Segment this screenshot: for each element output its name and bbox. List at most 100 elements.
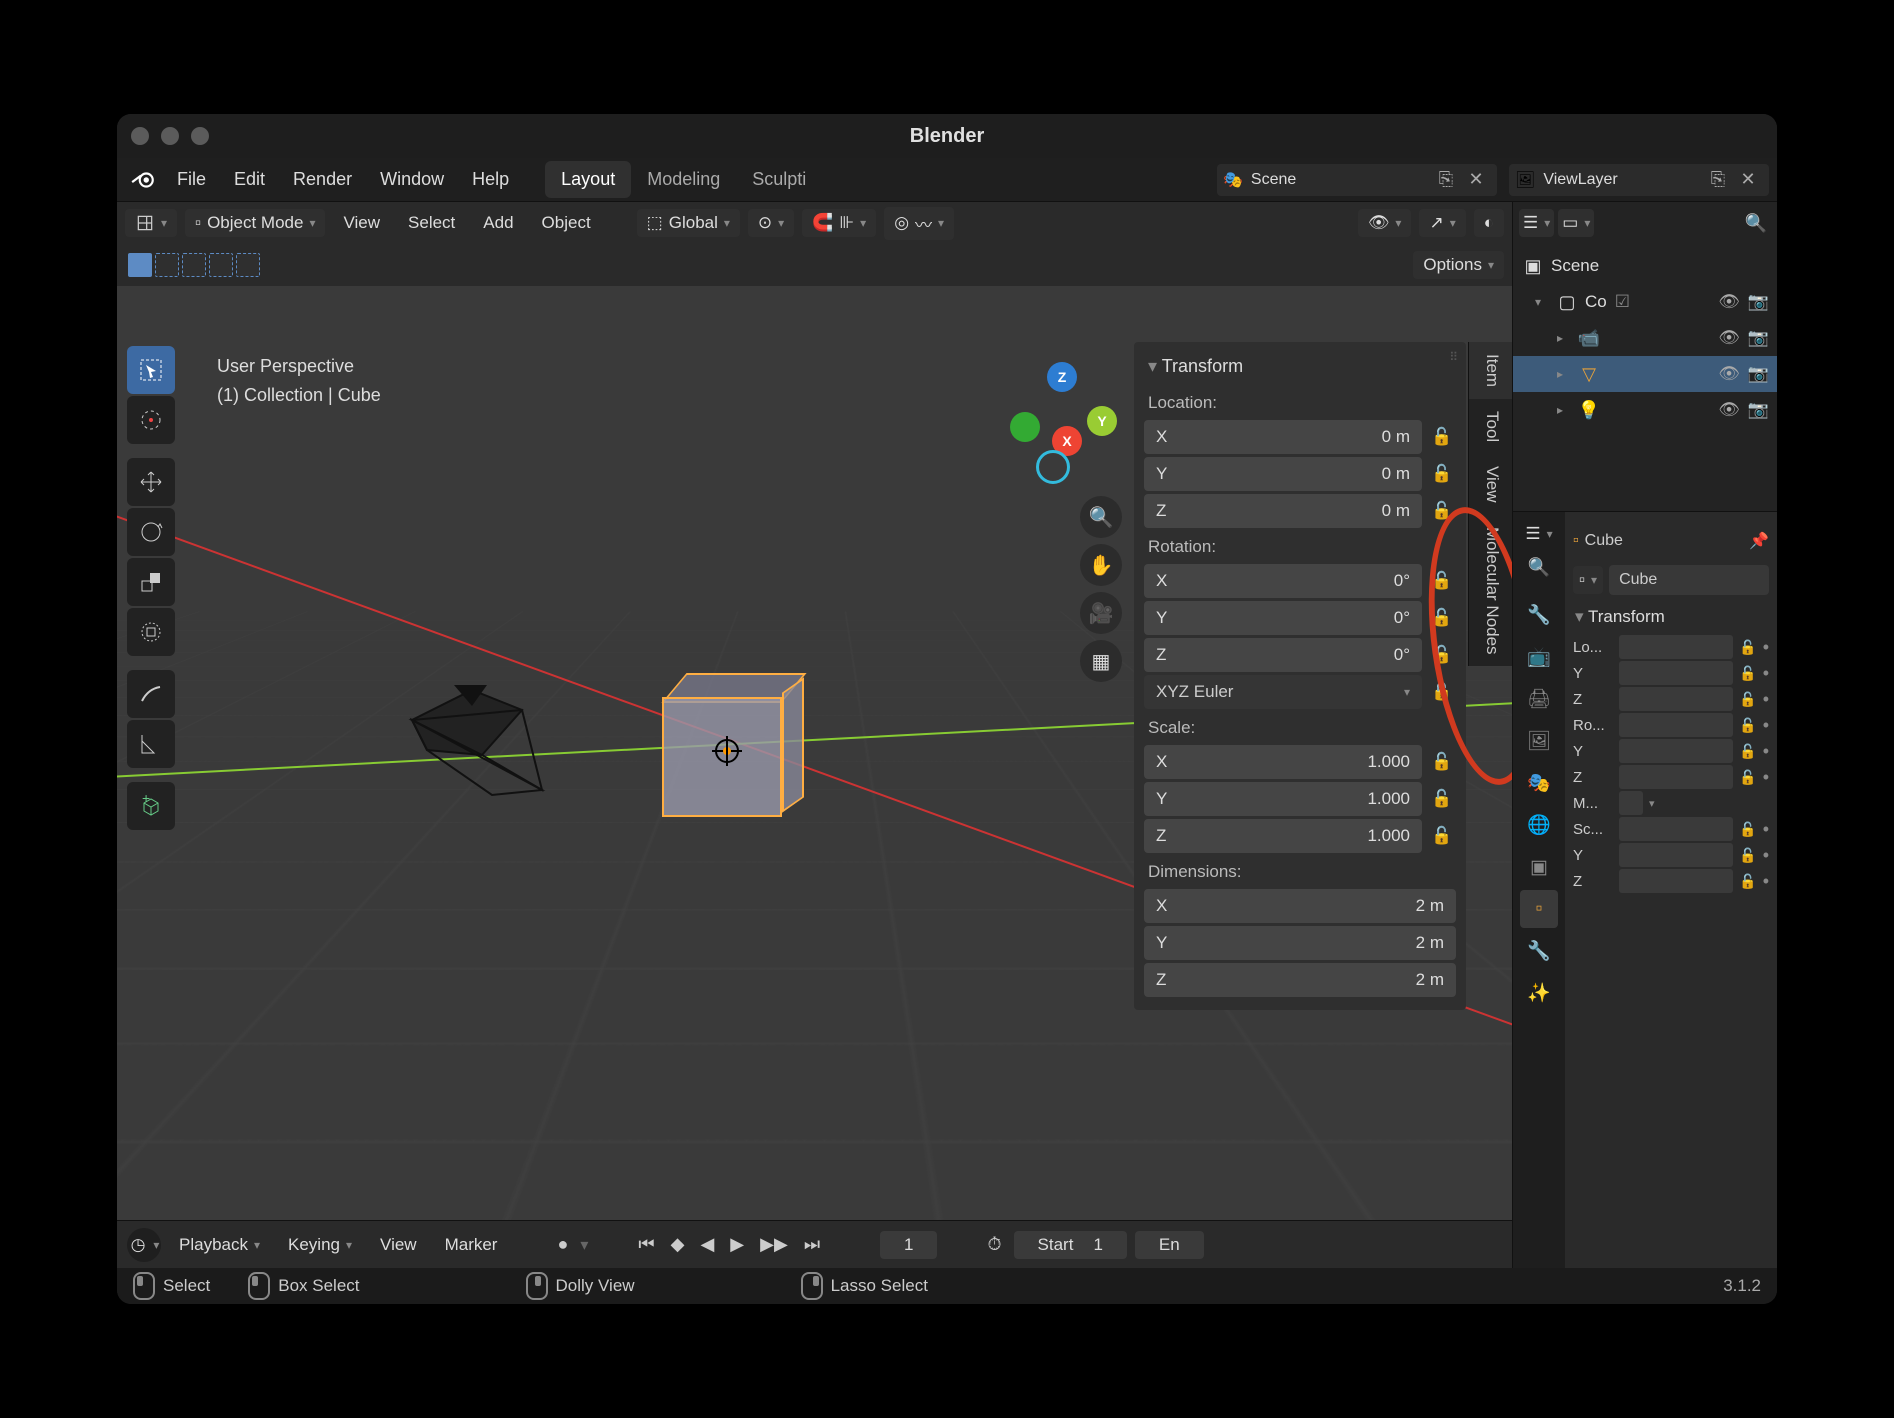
delete-scene-icon[interactable]: ✕ [1461, 165, 1491, 195]
tab-collection[interactable]: ▣ [1520, 848, 1558, 886]
timeline-view[interactable]: View [370, 1231, 427, 1259]
move-tool[interactable] [127, 458, 175, 506]
tab-render[interactable]: 📺 [1520, 638, 1558, 676]
menu-render[interactable]: Render [281, 163, 364, 196]
keyframe-prev-button[interactable]: ◆ [667, 1234, 689, 1255]
outliner-light-row[interactable]: ▸💡 👁📷 [1513, 392, 1777, 428]
rotation-x-field[interactable]: X0° [1144, 564, 1422, 598]
camera-icon[interactable]: 📷 [1748, 364, 1769, 384]
prop-mode[interactable] [1619, 791, 1643, 815]
select-mode-1[interactable] [128, 253, 152, 277]
outliner-camera-row[interactable]: ▸📹 👁📷 [1513, 320, 1777, 356]
scene-selector[interactable]: 🎭 Scene ⎘ ✕ [1217, 164, 1497, 196]
measure-tool[interactable] [127, 720, 175, 768]
lock-icon[interactable]: 🔓 [1739, 873, 1756, 890]
tab-world[interactable]: 🌐 [1520, 806, 1558, 844]
eye-icon[interactable]: 👁 [1718, 292, 1740, 312]
lock-icon[interactable]: 🔓 [1428, 752, 1456, 772]
lock-icon[interactable]: 🔓 [1739, 665, 1756, 682]
workspace-layout[interactable]: Layout [545, 161, 631, 198]
rotation-z-field[interactable]: Z0° [1144, 638, 1422, 672]
select-box-tool[interactable] [127, 346, 175, 394]
outliner-search-icon[interactable]: 🔍 [1741, 208, 1771, 238]
autokey-button[interactable]: ● [553, 1234, 572, 1255]
prop-loc-z[interactable] [1619, 687, 1733, 711]
pin-icon[interactable]: 📌 [1749, 531, 1769, 551]
rotation-y-field[interactable]: Y0° [1144, 601, 1422, 635]
tab-scene[interactable]: 🎭 [1520, 764, 1558, 802]
tab-viewlayer[interactable]: 🖼 [1520, 722, 1558, 760]
gizmo-y-axis[interactable]: Y [1087, 406, 1117, 436]
select-mode-5[interactable] [236, 253, 260, 277]
menu-file[interactable]: File [165, 163, 218, 196]
lock-icon[interactable]: 🔓 [1428, 571, 1456, 591]
cursor-tool[interactable] [127, 396, 175, 444]
lock-icon[interactable]: 🔓 [1739, 743, 1756, 760]
camera-icon[interactable]: 📷 [1748, 400, 1769, 420]
properties-transform-panel[interactable]: Transform [1573, 601, 1769, 633]
jump-end-button[interactable]: ⏭ [800, 1234, 824, 1255]
camera-icon[interactable]: 📷 [1748, 292, 1769, 312]
tab-particles[interactable]: ✨ [1520, 974, 1558, 1012]
header-add[interactable]: Add [473, 209, 523, 237]
lock-icon[interactable]: 🔓 [1428, 427, 1456, 447]
prop-rot-z[interactable] [1619, 765, 1733, 789]
lock-icon[interactable]: 🔓 [1428, 789, 1456, 809]
select-mode-3[interactable] [182, 253, 206, 277]
n-panel-title[interactable]: Transform [1144, 352, 1456, 387]
select-mode-2[interactable] [155, 253, 179, 277]
dimensions-x-field[interactable]: X2 m [1144, 889, 1456, 923]
eye-icon[interactable]: 👁 [1718, 364, 1740, 384]
tab-modifiers[interactable]: 🔧 [1520, 932, 1558, 970]
jump-start-button[interactable]: ⏮ [634, 1234, 658, 1255]
header-view[interactable]: View [333, 209, 390, 237]
play-reverse-button[interactable]: ◀ [696, 1234, 718, 1255]
timeline-marker[interactable]: Marker [435, 1231, 508, 1259]
lock-icon[interactable]: 🔓 [1739, 639, 1756, 656]
keyframe-next-button[interactable]: ▶▶ [756, 1234, 792, 1255]
scale-y-field[interactable]: Y1.000 [1144, 782, 1422, 816]
scale-x-field[interactable]: X1.000 [1144, 745, 1422, 779]
tab-output[interactable]: 🖨 [1520, 680, 1558, 718]
ortho-toggle-button[interactable]: ▦ [1080, 640, 1122, 682]
end-frame-field[interactable]: En [1135, 1231, 1204, 1259]
orientation-selector[interactable]: ⬚ Global ▾ [637, 209, 740, 237]
menu-help[interactable]: Help [460, 163, 521, 196]
camera-view-button[interactable]: 🎥 [1080, 592, 1122, 634]
outliner-display-mode[interactable]: ▭▾ [1558, 209, 1594, 237]
zoom-button[interactable]: 🔍 [1080, 496, 1122, 538]
lock-icon[interactable]: 🔓 [1428, 682, 1456, 702]
lock-icon[interactable]: 🔓 [1428, 608, 1456, 628]
prop-loc-x[interactable] [1619, 635, 1733, 659]
transform-tool[interactable] [127, 608, 175, 656]
n-tab-view[interactable]: View [1468, 454, 1512, 515]
close-window-button[interactable] [131, 127, 149, 145]
location-z-field[interactable]: Z0 m [1144, 494, 1422, 528]
delete-viewlayer-icon[interactable]: ✕ [1733, 165, 1763, 195]
workspace-sculpting[interactable]: Sculpti [736, 161, 822, 198]
scale-z-field[interactable]: Z1.000 [1144, 819, 1422, 853]
header-object[interactable]: Object [532, 209, 601, 237]
eye-icon[interactable]: 👁 [1718, 328, 1740, 348]
prop-scale-y[interactable] [1619, 843, 1733, 867]
menu-edit[interactable]: Edit [222, 163, 277, 196]
scale-tool[interactable] [127, 558, 175, 606]
lock-icon[interactable]: 🔓 [1739, 717, 1756, 734]
object-name-field[interactable]: Cube [1609, 565, 1769, 595]
camera-object[interactable] [392, 680, 572, 820]
prop-rot-x[interactable] [1619, 713, 1733, 737]
tab-tool[interactable]: 🔧 [1520, 596, 1558, 634]
prop-scale-z[interactable] [1619, 869, 1733, 893]
visibility-filter[interactable]: 👁▾ [1358, 209, 1412, 237]
annotate-tool[interactable] [127, 670, 175, 718]
new-scene-icon[interactable]: ⎘ [1431, 165, 1461, 195]
location-x-field[interactable]: X0 m [1144, 420, 1422, 454]
n-tab-tool[interactable]: Tool [1468, 399, 1512, 454]
select-mode-strip[interactable] [125, 250, 263, 280]
lock-icon[interactable]: 🔓 [1428, 501, 1456, 521]
viewlayer-selector[interactable]: 🖼 ViewLayer ⎘ ✕ [1509, 164, 1769, 196]
lock-icon[interactable]: 🔓 [1739, 769, 1756, 786]
timeline-playback[interactable]: Playback▾ [169, 1231, 270, 1259]
snap-selector[interactable]: 🧲⊪▾ [802, 209, 876, 237]
new-viewlayer-icon[interactable]: ⎘ [1703, 165, 1733, 195]
